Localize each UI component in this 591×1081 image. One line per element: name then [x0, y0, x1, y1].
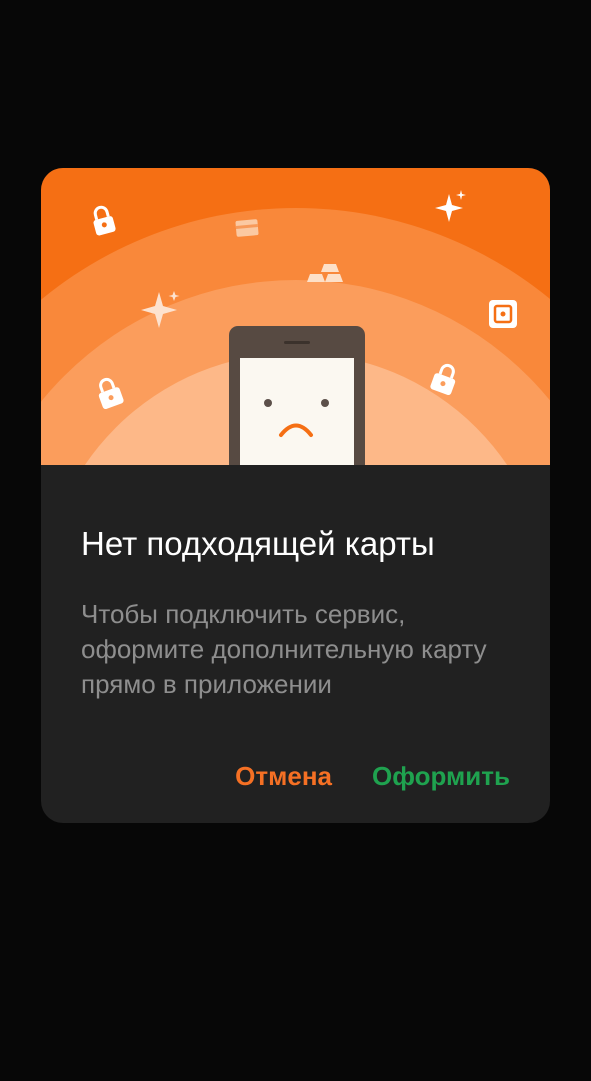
- dialog-actions: Отмена Оформить: [235, 761, 510, 792]
- dialog-message: Чтобы подключить сервис, оформите дополн…: [81, 599, 487, 699]
- no-card-dialog: Нет подходящей карты Чтобы подключить се…: [41, 168, 550, 823]
- phone-sad-face: [229, 326, 365, 465]
- sparkle-icon: [435, 190, 466, 222]
- card-icon: [235, 219, 259, 237]
- confirm-button[interactable]: Оформить: [372, 761, 510, 792]
- dialog-title: Нет подходящей карты: [81, 525, 435, 562]
- lock-icon: [93, 205, 116, 236]
- dialog-illustration: [41, 168, 550, 465]
- dialog-content: Нет подходящей карты Чтобы подключить се…: [41, 465, 550, 823]
- cancel-button[interactable]: Отмена: [235, 761, 332, 792]
- safe-icon: [489, 300, 517, 328]
